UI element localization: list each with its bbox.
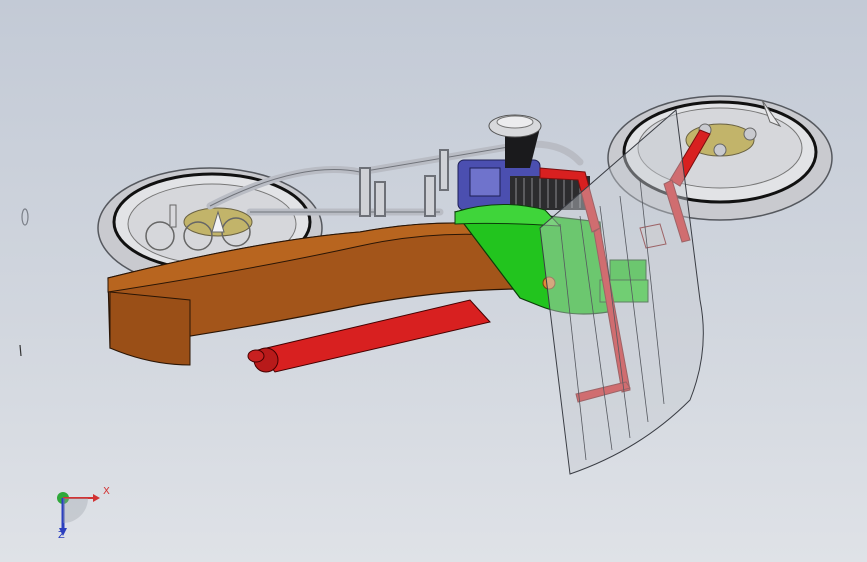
stray-mark-line bbox=[19, 344, 22, 357]
model-view[interactable] bbox=[0, 0, 867, 562]
stray-mark bbox=[21, 208, 29, 226]
axis-z-label: Z bbox=[58, 530, 65, 541]
engine-icon[interactable] bbox=[457, 114, 590, 211]
axis-x-label: X bbox=[103, 486, 110, 497]
windshield-icon[interactable] bbox=[539, 109, 704, 475]
graphics-viewport[interactable]: X Z bbox=[0, 0, 867, 562]
